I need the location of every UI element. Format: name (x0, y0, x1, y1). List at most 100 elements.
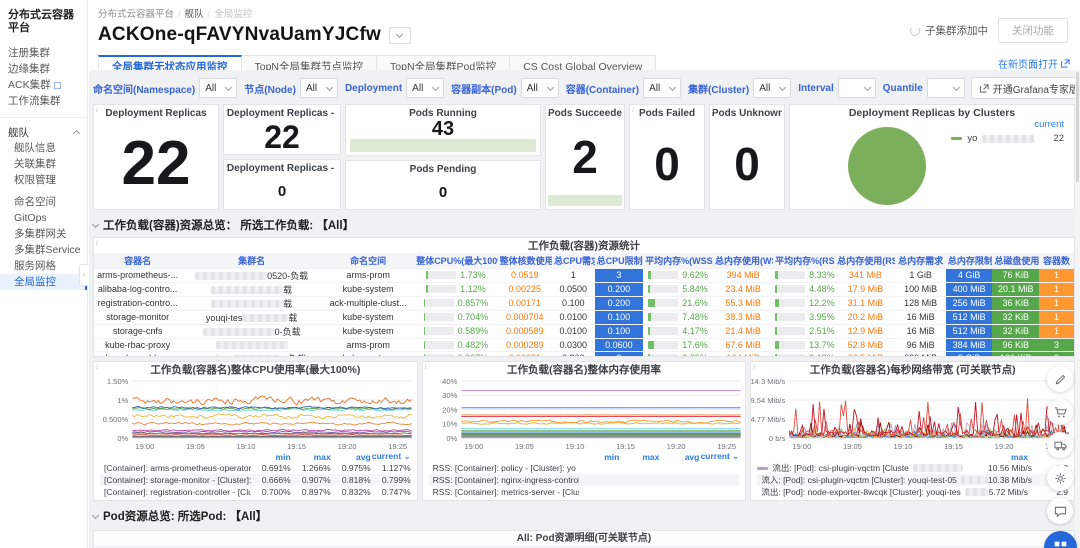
legend-sort-header[interactable]: avg (659, 452, 699, 462)
legend-sort-header[interactable]: max (988, 452, 1028, 462)
container-count-cell: 3 (1039, 338, 1074, 351)
sidebar-item[interactable]: 服务网格 (0, 258, 87, 274)
filter-select[interactable]: All (753, 78, 791, 98)
sidebar-item[interactable]: 多集群网关 (0, 226, 87, 242)
legend-series-label[interactable]: 流出: [Pod]: node-exporter-8wcqk [Cluster]… (757, 486, 988, 498)
settings-button[interactable] (1047, 465, 1073, 491)
sidebar-item[interactable]: 关联集群 (0, 156, 87, 172)
legend-sort-header[interactable]: current ⌄ (371, 451, 411, 462)
comment-icon (1054, 505, 1067, 518)
column-header[interactable]: 总内存需求 (895, 253, 945, 268)
pie-panel-deployment-replicas-by-clusters: Deployment Replicas by Clusters current … (789, 104, 1075, 210)
gauge-bar (775, 327, 805, 335)
legend-series-label[interactable]: [Container]: registration-controller - [… (100, 487, 251, 497)
section-pod-overview[interactable]: Pod资源总览: 所选Pod: 【All】 (93, 508, 1075, 524)
sidebar-collapse-handle[interactable]: ‹ (79, 264, 88, 286)
legend-sort-header[interactable]: max (291, 452, 331, 462)
filter-label: 容器副本(Pod) (451, 81, 517, 96)
sidebar-item[interactable]: 全局监控 (0, 274, 87, 290)
gauge-value: 4.48% (809, 284, 835, 294)
sidebar-item[interactable]: GitOps (0, 210, 87, 226)
page-title: ACKOne-qFAVYNvaUamYJCfw (98, 24, 381, 46)
svg-text:19:00: 19:00 (135, 442, 154, 451)
sidebar-item[interactable]: 注册集群 (0, 45, 87, 61)
feedback-button[interactable] (1047, 498, 1073, 524)
column-header[interactable]: 总CPU需求 (552, 253, 595, 268)
sidebar-item[interactable]: 多集群Service (0, 242, 87, 258)
legend-header[interactable]: current (951, 119, 1064, 130)
limit-cell: 4 GiB (946, 268, 993, 282)
memory-chart-legend: minmaxavgcurrent ⌄ RSS: [Container]: poli… (423, 451, 746, 498)
sidebar-item[interactable]: 命名空间 (0, 194, 87, 210)
chevron-down-icon (547, 83, 554, 90)
filter-select[interactable] (927, 78, 965, 98)
filter-select[interactable]: All (406, 78, 444, 98)
column-header[interactable]: 容器数 (1039, 253, 1074, 268)
redacted-text (216, 341, 288, 349)
close-feature-button[interactable]: 关闭功能 (998, 18, 1068, 43)
open-grafana-pro-button[interactable]: 开通Grafana专家版 (971, 77, 1080, 99)
chart-panel-network-bandwidth: i 工作负载(容器名)每秒网络带宽 (可关联节点) 0 b/s4.77 Mib/… (750, 361, 1075, 501)
legend-row: 流入: [Pod]: csi-plugin-vqctm [Cluster]: y… (757, 474, 1068, 486)
legend-sort-header[interactable]: min (579, 452, 619, 462)
column-header[interactable]: 平均内存%(WSS) (643, 253, 713, 268)
legend-series-label[interactable]: 流出: [Pod]: csi-plugin-vqctm [Cluste (757, 462, 988, 474)
column-header[interactable]: 平均内存%(RSS (773, 253, 835, 268)
filter-label: 集群(Cluster) (688, 81, 749, 96)
value-cell: 0.00171 (498, 296, 552, 310)
breadcrumb-item[interactable]: 舰队 (185, 9, 204, 20)
column-header[interactable]: 总磁盘使用 (992, 253, 1039, 268)
edit-button[interactable] (1047, 366, 1073, 392)
gauge-value: 1.12% (460, 284, 486, 294)
legend-sort-header[interactable]: min (251, 452, 291, 462)
svg-text:1.50%: 1.50% (107, 377, 129, 386)
namespace-cell: arms-prom (322, 268, 414, 282)
legend-series-label[interactable]: [Container]: arms-prometheus-operator - … (100, 462, 251, 474)
legend-series-label[interactable]: RSS: [Container]: policy - [Cluster]: yo (429, 463, 580, 473)
info-icon: i (96, 239, 98, 247)
legend-sort-header[interactable]: current ⌄ (699, 451, 739, 462)
column-header[interactable]: 整体CPU%(最大100% (414, 253, 497, 268)
column-header[interactable]: 总CPU限制 (595, 253, 644, 268)
legend-sort-header[interactable]: avg (331, 452, 371, 462)
column-header[interactable]: 总内存限制 (946, 253, 993, 268)
value-cell: 21.4 MiB (713, 324, 773, 338)
gauge-cell: 8.33% (773, 268, 835, 282)
column-header[interactable]: 总内存使用(RSS (835, 253, 895, 268)
column-header[interactable]: 容器名 (94, 253, 181, 268)
title-dropdown[interactable] (389, 27, 411, 44)
filter-select[interactable]: All (643, 78, 681, 98)
sidebar-group-fleet[interactable]: 舰队 (0, 124, 87, 140)
apps-button[interactable] (1044, 531, 1077, 548)
column-header[interactable]: 集群名 (181, 253, 322, 268)
redacted-text (242, 314, 288, 322)
column-header[interactable]: 整体核数使用 (498, 253, 552, 268)
filter-select[interactable] (838, 78, 876, 98)
cost-button[interactable] (1047, 399, 1073, 425)
legend-series-label[interactable]: 流入: [Pod]: csi-plugin-vqctm [Cluster]: y… (757, 474, 988, 486)
legend-series-label[interactable]: RSS: [Container]: nginx-ingress-controll… (429, 474, 580, 486)
sidebar-item[interactable]: 权限管理 (0, 172, 87, 188)
filter-select[interactable]: All (199, 78, 237, 98)
sidebar-item[interactable]: 舰队信息 (0, 140, 87, 156)
filter-select[interactable]: All (300, 78, 338, 98)
column-header[interactable]: 总内存使用(WSS (713, 253, 773, 268)
redacted-text (982, 135, 1034, 143)
column-header[interactable]: 命名空间 (322, 253, 414, 268)
legend-row[interactable]: yo 22 (951, 133, 1064, 144)
legend-series-label[interactable]: RSS: [Container]: metrics-server - [Clus… (429, 487, 580, 497)
sidebar-item[interactable]: 工作流集群 (0, 93, 87, 109)
breadcrumb-item[interactable]: 分布式云容器平台 (98, 9, 174, 20)
legend-series-label[interactable]: [Container]: storage-monitor - [Cluster]… (100, 475, 251, 485)
open-in-new-page-link[interactable]: 在新页面打开 (998, 56, 1070, 71)
scrollbar-thumb[interactable] (1076, 72, 1079, 182)
section-workload-overview[interactable]: 工作负载(容器)资源总览： 所选工作负载: 【All】 (93, 217, 1075, 233)
legend-sort-header[interactable]: max (619, 452, 659, 462)
sidebar-item[interactable]: 边缘集群 (0, 61, 87, 77)
svg-text:19:20: 19:20 (338, 442, 357, 451)
sidebar-item[interactable]: ACK集群 (0, 77, 87, 93)
info-icon: i (96, 106, 98, 114)
filter-select[interactable]: All (521, 78, 559, 98)
sidebar-divider (0, 117, 87, 118)
delivery-button[interactable] (1047, 432, 1073, 458)
